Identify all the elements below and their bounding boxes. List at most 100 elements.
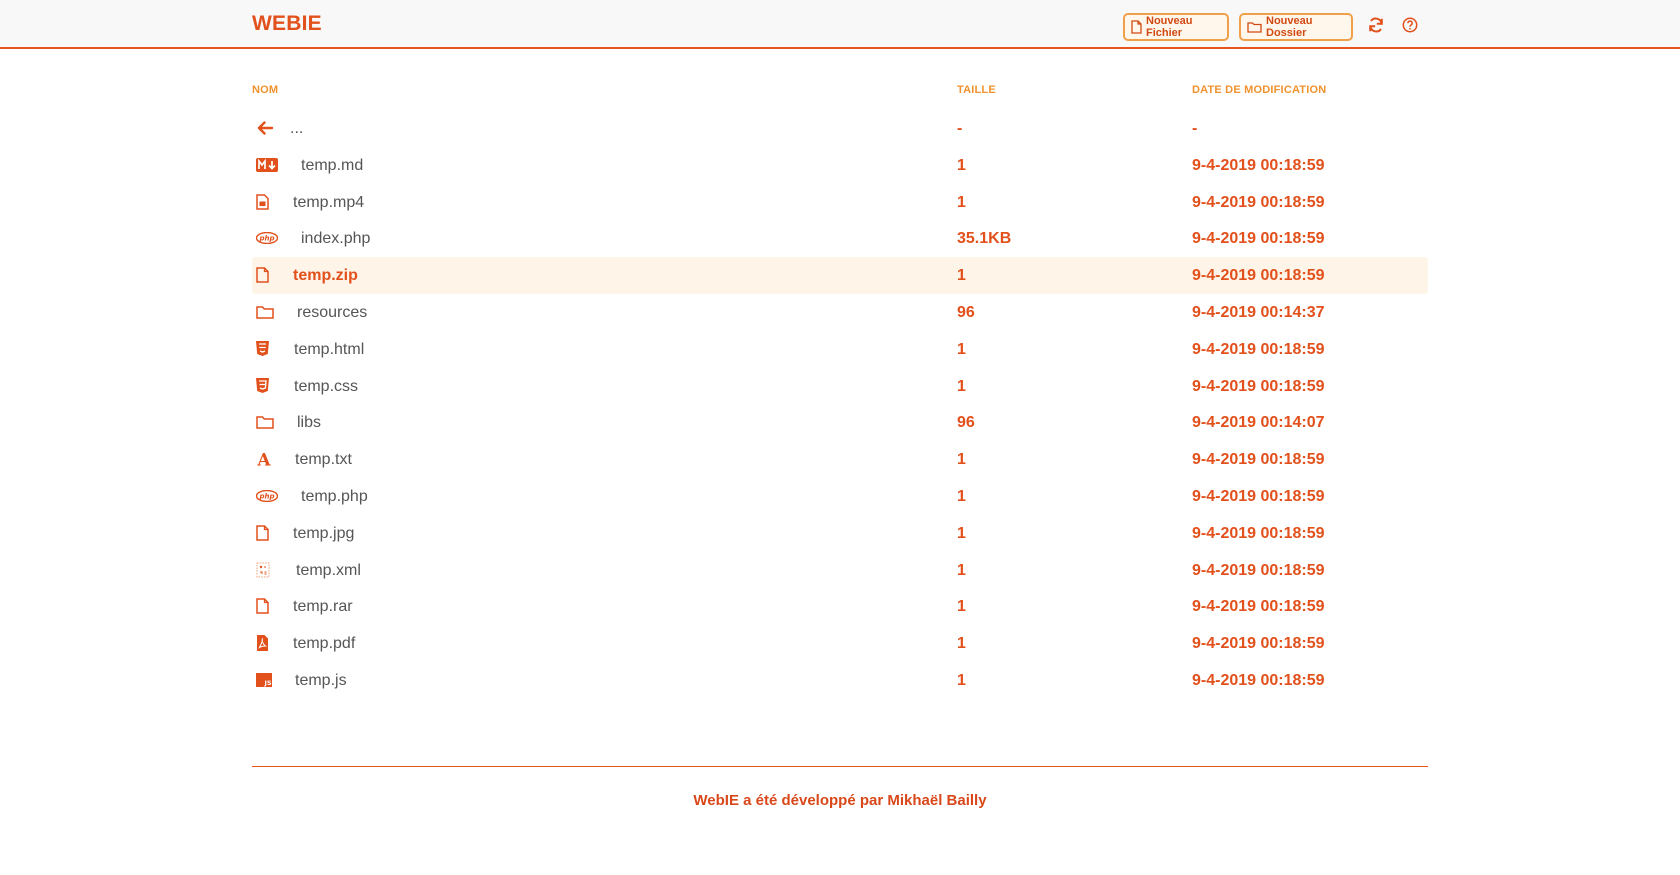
file-icon xyxy=(256,524,278,542)
file-name: index.php xyxy=(301,230,371,248)
new-folder-button[interactable]: Nouveau Dossier xyxy=(1239,13,1353,41)
file-name: resources xyxy=(297,303,368,321)
footer-divider xyxy=(252,766,1428,767)
svg-text:JS: JS xyxy=(263,679,271,687)
file-size: 1 xyxy=(957,267,966,285)
file-size: 1 xyxy=(957,377,966,395)
table-row[interactable]: php index.php 35.1KB 9-4-2019 00:18:59 xyxy=(252,220,1428,257)
table-row[interactable]: temp.rar 1 9-4-2019 00:18:59 xyxy=(252,588,1428,625)
file-date: 9-4-2019 00:18:59 xyxy=(1192,671,1325,689)
file-date: 9-4-2019 00:18:59 xyxy=(1192,377,1325,395)
file-size: - xyxy=(957,120,963,137)
file-size: 1 xyxy=(957,193,966,211)
file-name: temp.html xyxy=(294,340,365,358)
file-name: temp.php xyxy=(301,487,368,505)
file-date: 9-4-2019 00:18:59 xyxy=(1192,524,1325,542)
new-file-label: Nouveau Fichier xyxy=(1146,15,1193,39)
file-size: 1 xyxy=(957,451,966,469)
file-size: 35.1KB xyxy=(957,230,1012,248)
top-bar: WEBIE Nouveau Fichier Nouveau Dossier xyxy=(0,0,1680,49)
help-button[interactable] xyxy=(1400,15,1420,35)
file-outline-icon xyxy=(1131,20,1142,34)
file-name: temp.pdf xyxy=(293,635,356,653)
refresh-button[interactable] xyxy=(1366,15,1386,35)
html5-icon xyxy=(256,340,278,358)
file-icon xyxy=(256,597,278,615)
table-row[interactable]: temp.html 1 9-4-2019 00:18:59 xyxy=(252,331,1428,368)
folder-icon xyxy=(256,413,278,431)
markdown-icon xyxy=(256,156,278,174)
file-name: temp.mp4 xyxy=(293,193,365,211)
video-file-icon xyxy=(256,193,278,211)
file-icon xyxy=(256,266,278,284)
refresh-icon xyxy=(1369,17,1383,33)
file-size: 96 xyxy=(957,414,975,432)
file-size: 1 xyxy=(957,524,966,542)
file-name: temp.md xyxy=(301,156,364,174)
file-name: ... xyxy=(290,120,304,137)
php-icon: php xyxy=(256,229,278,247)
pdf-icon xyxy=(256,634,278,652)
folder-icon xyxy=(256,303,278,321)
file-date: 9-4-2019 00:18:59 xyxy=(1192,451,1325,469)
css3-icon xyxy=(256,377,278,395)
file-size: 1 xyxy=(957,598,966,616)
table-row[interactable]: temp.xml 1 9-4-2019 00:18:59 xyxy=(252,552,1428,589)
table-row[interactable]: php temp.php 1 9-4-2019 00:18:59 xyxy=(252,478,1428,515)
file-date: 9-4-2019 00:18:59 xyxy=(1192,156,1325,174)
file-size: 96 xyxy=(957,303,975,321)
file-date: 9-4-2019 00:18:59 xyxy=(1192,193,1325,211)
brand-logo[interactable]: WEBIE xyxy=(252,12,322,36)
file-size: 1 xyxy=(957,561,966,579)
file-date: 9-4-2019 00:18:59 xyxy=(1192,487,1325,505)
file-list: ... - - temp.md 1 9-4-2019 00:18:59 temp… xyxy=(252,110,1428,699)
file-date: 9-4-2019 00:18:59 xyxy=(1192,598,1325,616)
table-row[interactable]: temp.jpg 1 9-4-2019 00:18:59 xyxy=(252,515,1428,552)
file-name: temp.txt xyxy=(295,451,352,469)
folder-outline-icon xyxy=(1247,22,1262,33)
js-icon: JS xyxy=(256,671,278,689)
table-row[interactable]: temp.md 1 9-4-2019 00:18:59 xyxy=(252,147,1428,184)
file-date: 9-4-2019 00:18:59 xyxy=(1192,635,1325,653)
new-file-button[interactable]: Nouveau Fichier xyxy=(1123,13,1229,41)
column-header-date[interactable]: DATE DE MODIFICATION xyxy=(1192,84,1326,96)
file-name: temp.rar xyxy=(293,598,353,616)
table-row[interactable]: temp.pdf 1 9-4-2019 00:18:59 xyxy=(252,625,1428,662)
column-header-size[interactable]: TAILLE xyxy=(957,84,996,96)
footer-credit: WebIE a été développé par Mikhaël Bailly xyxy=(693,792,987,809)
xml-icon xyxy=(256,561,278,579)
help-icon xyxy=(1402,17,1418,33)
table-row[interactable]: resources 96 9-4-2019 00:14:37 xyxy=(252,294,1428,331)
table-row[interactable]: A temp.txt 1 9-4-2019 00:18:59 xyxy=(252,441,1428,478)
file-date: 9-4-2019 00:18:59 xyxy=(1192,340,1325,358)
new-folder-label: Nouveau Dossier xyxy=(1266,15,1313,39)
file-size: 1 xyxy=(957,340,966,358)
file-date: 9-4-2019 00:18:59 xyxy=(1192,561,1325,579)
table-row[interactable]: JS temp.js 1 9-4-2019 00:18:59 xyxy=(252,662,1428,699)
file-size: 1 xyxy=(957,487,966,505)
file-date: 9-4-2019 00:18:59 xyxy=(1192,267,1325,285)
table-row[interactable]: temp.css 1 9-4-2019 00:18:59 xyxy=(252,368,1428,405)
file-name: libs xyxy=(297,414,322,432)
font-icon: A xyxy=(256,450,278,468)
svg-text:A: A xyxy=(256,451,271,467)
svg-text:php: php xyxy=(258,493,274,501)
file-name: temp.xml xyxy=(296,561,361,579)
file-name: temp.jpg xyxy=(293,524,355,542)
file-size: 1 xyxy=(957,671,966,689)
svg-text:php: php xyxy=(258,235,274,243)
file-size: 1 xyxy=(957,635,966,653)
table-row[interactable]: temp.mp4 1 9-4-2019 00:18:59 xyxy=(252,184,1428,221)
column-header-name[interactable]: NOM xyxy=(252,84,278,96)
file-name: temp.js xyxy=(295,671,347,689)
file-size: 1 xyxy=(957,156,966,174)
arrow-left-icon xyxy=(256,119,278,137)
file-name: temp.zip xyxy=(293,267,358,285)
table-row-parent[interactable]: ... - - xyxy=(252,110,1428,147)
table-row[interactable]: libs 96 9-4-2019 00:14:07 xyxy=(252,404,1428,441)
file-date: 9-4-2019 00:14:37 xyxy=(1192,303,1325,321)
file-date: 9-4-2019 00:14:07 xyxy=(1192,414,1325,432)
file-date: 9-4-2019 00:18:59 xyxy=(1192,230,1325,248)
table-row-selected[interactable]: temp.zip 1 9-4-2019 00:18:59 xyxy=(252,257,1428,294)
file-date: - xyxy=(1192,120,1198,137)
